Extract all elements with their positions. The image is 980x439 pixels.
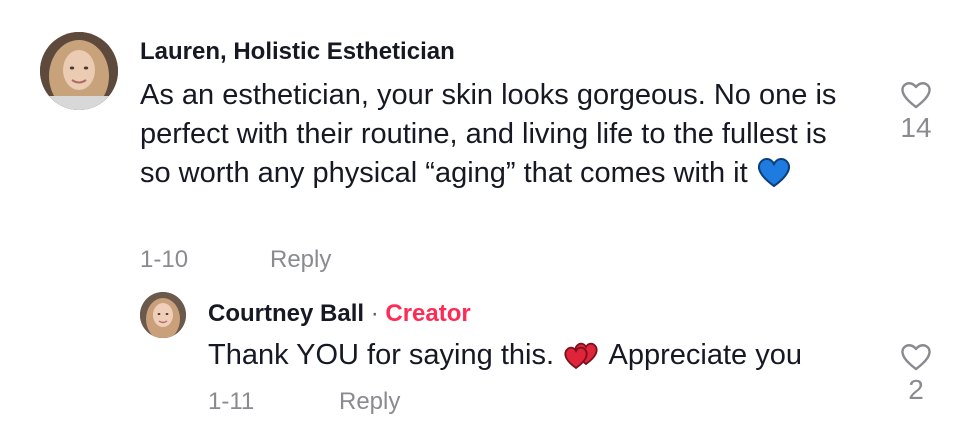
author-separator: · bbox=[370, 300, 379, 327]
comment-meta: 1-10 bbox=[140, 246, 188, 274]
comment-text-content: As an esthetician, your skin looks gorge… bbox=[140, 79, 837, 189]
reply-date: 1-11 bbox=[208, 388, 255, 415]
reply-like-button[interactable]: 2 bbox=[896, 342, 936, 406]
heart-outline-icon bbox=[901, 82, 931, 109]
comment-like-button[interactable]: 14 bbox=[896, 80, 936, 144]
heart-outline-icon bbox=[901, 344, 931, 371]
comment-date: 1-10 bbox=[140, 246, 189, 273]
comment-text: As an esthetician, your skin looks gorge… bbox=[140, 76, 840, 199]
reply-text: Thank YOU for saying this. Appreciate yo… bbox=[208, 336, 888, 381]
comment-reply-button[interactable]: Reply bbox=[270, 246, 331, 274]
reply-author[interactable]: Courtney Ball bbox=[208, 300, 364, 327]
two-hearts-icon bbox=[562, 338, 602, 381]
commenter-avatar[interactable] bbox=[40, 32, 118, 110]
reply-text-before: Thank YOU for saying this. bbox=[208, 339, 555, 371]
reply-author-line: Courtney Ball · Creator bbox=[208, 300, 471, 328]
reply-meta: 1-11 bbox=[208, 388, 254, 416]
reply-text-after: Appreciate you bbox=[608, 339, 803, 371]
comment-like-count: 14 bbox=[900, 112, 932, 143]
reply-like-count: 2 bbox=[908, 374, 924, 405]
creator-badge: Creator bbox=[385, 300, 471, 327]
blue-heart-icon bbox=[756, 156, 792, 199]
comment-author[interactable]: Lauren, Holistic Esthetician bbox=[140, 38, 455, 66]
reply-reply-button[interactable]: Reply bbox=[339, 388, 400, 416]
reply-avatar[interactable] bbox=[140, 292, 186, 338]
